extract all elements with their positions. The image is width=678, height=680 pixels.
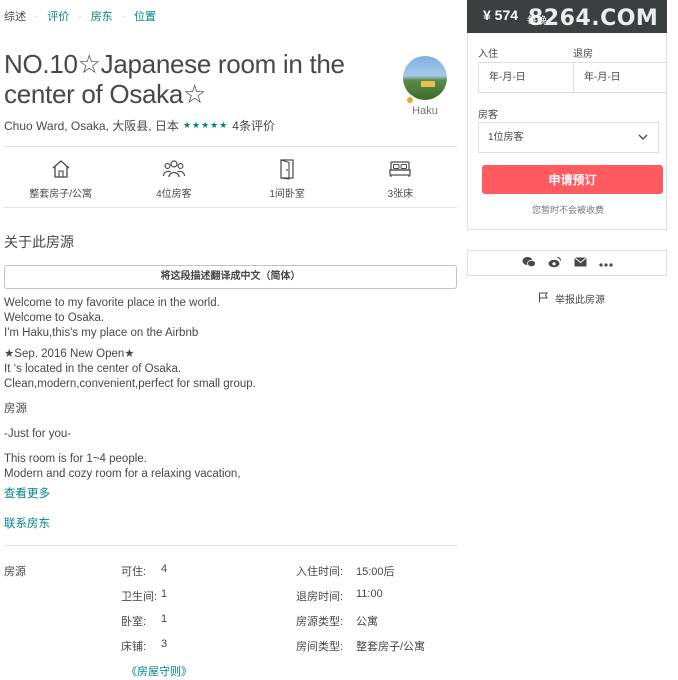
listing-subline: Chuo Ward, Osaka, 大阪县, 日本 ★★★★★ 4条评价 (4, 117, 275, 134)
checkout-label: 退房 (573, 49, 593, 60)
description-line: Modern and cozy room for a relaxing vaca… (4, 468, 241, 480)
detail-value: 1 (161, 588, 168, 600)
description-line: This room is for 1~4 people. (4, 453, 147, 465)
listing-summary: 整套房子/公寓 4位房客 1间卧室 3张床 (4, 158, 457, 200)
rating-stars: ★★★★★ (182, 120, 229, 130)
share-bar (467, 250, 667, 276)
mail-icon[interactable] (573, 256, 587, 270)
description-line: -Just for you- (4, 428, 72, 440)
site-watermark: 8264.COM (528, 6, 659, 31)
detail-key: 退房时间: (296, 591, 344, 603)
guests-value: 1位房客 (488, 132, 524, 143)
guests-select[interactable]: 1位房客 (478, 122, 659, 153)
description-line: It ‘s located in the center of Osaka. (4, 363, 182, 375)
contact-host-link[interactable]: 联系房东 (4, 515, 50, 531)
nav-overview[interactable]: 综述 (4, 8, 26, 24)
detail-row: 卫生间: 1 (121, 588, 167, 604)
more-icon[interactable] (598, 256, 613, 270)
detail-key: 卫生间: (121, 591, 158, 603)
summary-label: 整套房子/公寓 (29, 189, 93, 200)
detail-value: 4 (161, 563, 168, 575)
translate-button[interactable]: 将这段描述翻译成中文（简体） (4, 265, 457, 289)
detail-row: 房间类型: 整套房子/公寓 (296, 638, 425, 654)
detail-row: 可住: 4 (121, 563, 167, 579)
host-avatar[interactable] (403, 56, 447, 100)
detail-value: 公寓 (356, 616, 378, 628)
house-icon (4, 158, 117, 180)
detail-key: 床铺: (121, 641, 147, 653)
host-name[interactable]: Haku (403, 105, 447, 117)
summary-bedrooms: 1间卧室 (231, 158, 344, 200)
weibo-icon[interactable] (548, 256, 562, 271)
nav-host[interactable]: 房东 (91, 8, 113, 24)
nav-location[interactable]: 位置 (134, 8, 156, 24)
about-section-title: 关于此房源 (4, 234, 74, 250)
report-listing-link[interactable]: 举报此房源 (538, 291, 605, 306)
detail-value: 1 (161, 613, 168, 625)
details-section-label: 房源 (4, 566, 26, 578)
bed-icon (344, 158, 457, 180)
house-rules-link[interactable]: 《房屋守则》 (126, 663, 192, 679)
no-charge-note: 您暂时不会被收费 (531, 205, 604, 215)
detail-key: 房源类型: (296, 616, 344, 628)
summary-label: 3张床 (387, 189, 414, 200)
detail-row: 退房时间: 11:00 (296, 588, 383, 604)
request-booking-button[interactable]: 申请预订 (482, 165, 663, 194)
detail-value: 整套房子/公寓 (356, 641, 426, 653)
description-line: Welcome to Osaka. (4, 312, 105, 324)
detail-row: 床铺: 3 (121, 638, 167, 654)
see-more-link[interactable]: 查看更多 (4, 485, 50, 501)
description-line: Welcome to my favorite place in the worl… (4, 297, 220, 309)
detail-row: 入住时间: 15:00后 (296, 563, 395, 579)
divider (4, 146, 457, 147)
description-line: ★Sep. 2016 New Open★ (4, 348, 135, 360)
detail-value: 15:00后 (356, 566, 395, 578)
detail-key: 入住时间: (296, 566, 344, 578)
door-icon (231, 158, 344, 180)
flag-icon (538, 292, 549, 306)
listing-title: NO.10☆Japanese room in the center of Osa… (4, 49, 345, 109)
section-nav: 综述 · 评价 · 房东 · 位置 (4, 8, 156, 24)
divider (4, 545, 457, 546)
guests-icon (117, 158, 230, 180)
checkout-date-input[interactable]: 年-月-日 (573, 62, 667, 93)
summary-beds: 3张床 (344, 158, 457, 200)
summary-label: 4位房客 (156, 189, 192, 200)
description-line: I'm Haku,this's my place on the Airbnb (4, 327, 199, 339)
detail-value: 3 (161, 638, 168, 650)
booking-card: 入住 退房 年-月-日 年-月-日 房客 1位房客 申请预订 您暂时不会被收费 (467, 33, 667, 230)
checkin-label: 入住 (478, 49, 498, 60)
listing-description: Welcome to my favorite place in the worl… (4, 296, 459, 482)
nightly-price: ¥ 574 (483, 7, 519, 23)
nav-separator: · (121, 10, 126, 22)
summary-property-type: 整套房子/公寓 (4, 158, 117, 200)
divider (4, 207, 457, 208)
summary-guests: 4位房客 (117, 158, 230, 200)
detail-value: 11:00 (356, 588, 383, 600)
detail-key: 房间类型: (296, 641, 344, 653)
summary-label: 1间卧室 (269, 189, 305, 200)
chevron-down-icon (638, 123, 648, 164)
detail-row: 卧室: 1 (121, 613, 167, 629)
wechat-icon[interactable] (522, 256, 536, 271)
host-profile[interactable]: Haku (403, 56, 447, 117)
detail-row: 房源类型: 公寓 (296, 613, 378, 629)
report-label: 举报此房源 (555, 295, 605, 306)
detail-key: 卧室: (121, 616, 147, 628)
guests-label: 房客 (478, 110, 498, 121)
description-line: 房源 (4, 403, 27, 415)
nav-reviews[interactable]: 评价 (47, 8, 69, 24)
nav-separator: · (78, 10, 82, 22)
description-line: Clean,modern,convenient,perfect for smal… (4, 378, 256, 390)
review-count-link[interactable]: 4条评价 (232, 117, 275, 134)
nav-separator: · (35, 10, 39, 22)
superhost-badge-icon (405, 95, 415, 105)
checkin-date-input[interactable]: 年-月-日 (478, 62, 574, 93)
detail-key: 可住: (121, 566, 147, 578)
listing-location[interactable]: Chuo Ward, Osaka, 大阪县, 日本 (4, 117, 179, 134)
